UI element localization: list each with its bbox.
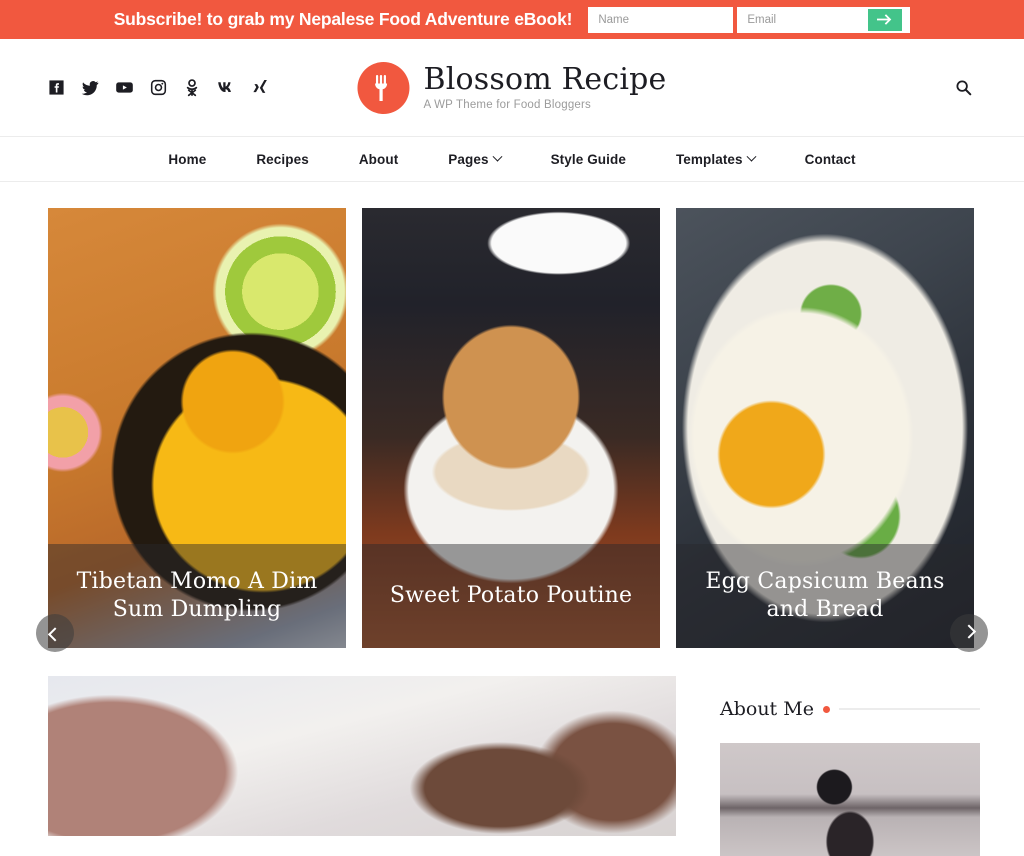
slide-item[interactable]: Egg Capsicum Beans and Bread — [676, 208, 974, 648]
nav-label: Style Guide — [550, 151, 626, 167]
nav-item-contact[interactable]: Contact — [780, 152, 881, 167]
youtube-icon — [115, 82, 133, 93]
chevron-left-icon — [47, 627, 63, 642]
facebook-icon — [48, 80, 64, 95]
nav-list: Home Recipes About Pages Style Guide Tem… — [143, 151, 881, 167]
accent-dot-icon — [822, 705, 830, 713]
instagram-icon — [150, 79, 166, 96]
brand-mark — [357, 61, 410, 114]
chevron-down-icon — [746, 151, 757, 162]
social-link-twitter[interactable] — [78, 76, 102, 100]
social-link-facebook[interactable] — [44, 76, 68, 100]
search-icon — [955, 80, 971, 96]
nav-item-about[interactable]: About — [334, 152, 423, 167]
slide-title[interactable]: Sweet Potato Poutine — [390, 582, 632, 610]
nav-label: Recipes — [256, 151, 309, 167]
about-me-widget-header: About Me — [720, 676, 980, 720]
nav-label: Templates — [675, 151, 743, 167]
nav-item-pages[interactable]: Pages — [423, 151, 525, 167]
main-column — [48, 676, 676, 856]
nav-label: Pages — [448, 151, 489, 167]
nav-label: Home — [168, 151, 207, 167]
nav-label: Contact — [804, 151, 856, 167]
primary-navigation: Home Recipes About Pages Style Guide Tem… — [0, 137, 1024, 182]
odnoklassniki-icon — [186, 78, 198, 96]
chevron-down-icon — [492, 151, 503, 162]
title-divider — [838, 708, 980, 710]
nav-item-templates[interactable]: Templates — [651, 151, 780, 167]
about-me-image — [720, 743, 980, 856]
slide-track: Tibetan Momo A Dim Sum Dumpling Sweet Po… — [0, 208, 1024, 648]
site-title: Blossom Recipe — [423, 62, 667, 98]
post-thumbnail[interactable] — [48, 676, 676, 836]
social-links — [44, 76, 272, 100]
site-tagline: A WP Theme for Food Bloggers — [423, 98, 592, 111]
site-branding[interactable]: Blossom Recipe A WP Theme for Food Blogg… — [357, 61, 666, 114]
about-me-image-wrap — [720, 743, 980, 856]
subscribe-email-group — [737, 6, 911, 33]
twitter-icon — [81, 80, 99, 95]
slide-caption: Sweet Potato Poutine — [362, 544, 660, 648]
slide-caption: Tibetan Momo A Dim Sum Dumpling — [48, 544, 346, 648]
nav-item-recipes[interactable]: Recipes — [231, 152, 333, 167]
slide-title[interactable]: Egg Capsicum Beans and Bread — [690, 568, 960, 624]
featured-slider: Tibetan Momo A Dim Sum Dumpling Sweet Po… — [0, 182, 1024, 676]
social-link-vk[interactable] — [214, 76, 238, 100]
content-area: About Me — [0, 676, 1024, 856]
slide-title[interactable]: Tibetan Momo A Dim Sum Dumpling — [62, 568, 332, 624]
brand-text: Blossom Recipe A WP Theme for Food Blogg… — [423, 64, 666, 111]
social-link-xing[interactable] — [248, 76, 272, 100]
social-link-instagram[interactable] — [146, 76, 170, 100]
subscribe-bar: Subscribe! to grab my Nepalese Food Adve… — [0, 0, 1024, 39]
subscribe-message: Subscribe! to grab my Nepalese Food Adve… — [113, 9, 573, 29]
post-image — [48, 676, 676, 836]
subscribe-email-input[interactable] — [737, 6, 869, 33]
nav-label: About — [358, 151, 399, 167]
vk-icon — [217, 82, 231, 93]
subscribe-submit-button[interactable] — [868, 8, 903, 31]
subscribe-form — [588, 6, 911, 33]
slide-item[interactable]: Tibetan Momo A Dim Sum Dumpling — [48, 208, 346, 648]
xing-icon — [252, 79, 267, 93]
arrow-right-icon — [877, 14, 892, 25]
site-header: Blossom Recipe A WP Theme for Food Blogg… — [0, 39, 1024, 137]
sidebar: About Me — [720, 676, 980, 856]
social-link-youtube[interactable] — [112, 76, 136, 100]
subscribe-name-input[interactable] — [588, 6, 734, 33]
slide-item[interactable]: Sweet Potato Poutine — [362, 208, 660, 648]
fork-icon — [375, 74, 388, 101]
social-link-odnoklassniki[interactable] — [180, 76, 204, 100]
slider-next-button[interactable] — [950, 614, 988, 652]
slide-caption: Egg Capsicum Beans and Bread — [676, 544, 974, 648]
search-toggle-button[interactable] — [950, 75, 976, 101]
chevron-right-icon — [961, 624, 977, 639]
nav-item-home[interactable]: Home — [143, 152, 231, 167]
about-me-title: About Me — [720, 698, 814, 720]
nav-item-style-guide[interactable]: Style Guide — [526, 152, 651, 167]
slider-prev-button[interactable] — [36, 614, 74, 652]
